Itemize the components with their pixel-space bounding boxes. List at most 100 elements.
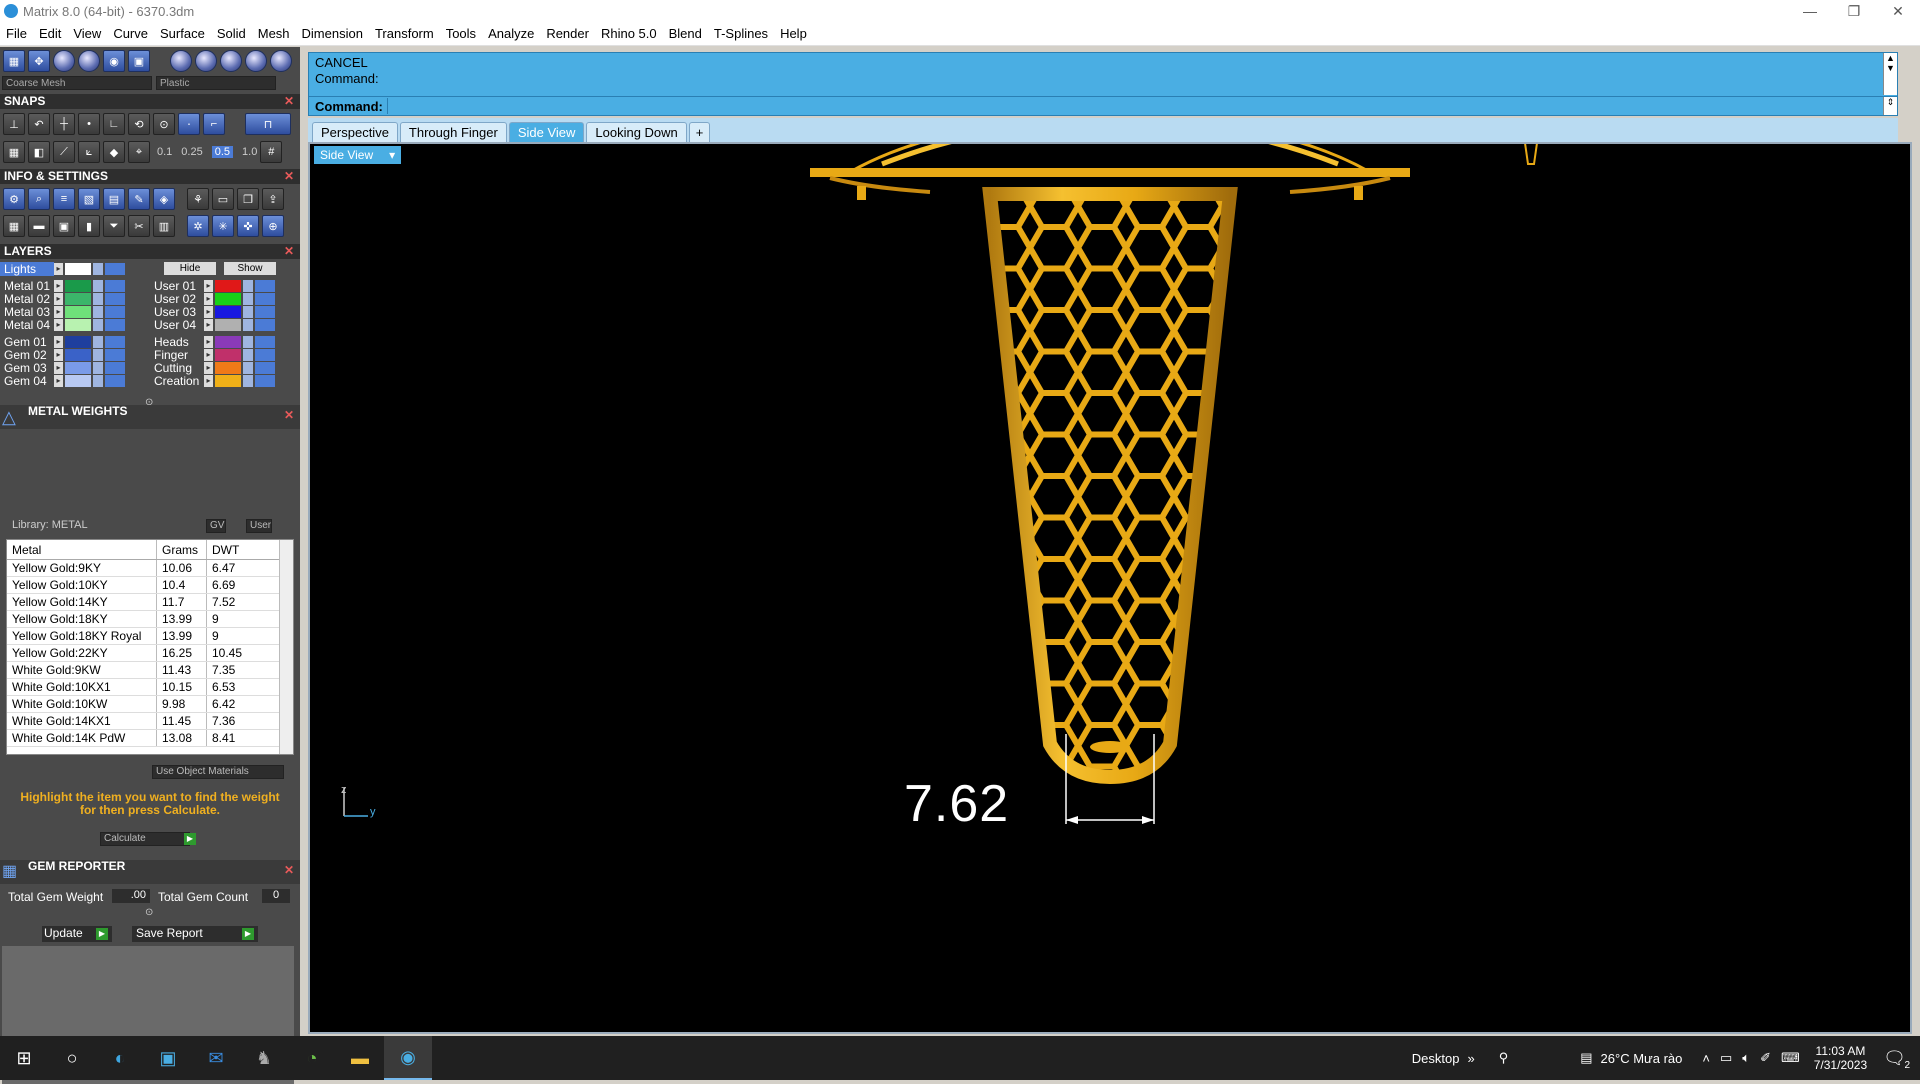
user-button[interactable]: User [246,519,272,533]
pencil-icon[interactable]: ✎ [128,188,150,210]
material-sphere-3-icon[interactable] [220,50,242,72]
layer-color-swatch[interactable] [65,280,91,292]
lock-icon[interactable] [93,280,103,292]
tab-through-finger[interactable]: Through Finger [399,122,507,142]
chevron-down-icon[interactable]: ⊙ [145,907,153,918]
layer-row[interactable]: User 01 ▸ [150,279,275,293]
menu-tsplines[interactable]: T-Splines [708,26,774,41]
edge-browser-icon[interactable]: ◐ [96,1036,144,1080]
mail-icon[interactable]: ✉ [192,1036,240,1080]
desktop-toolbar-label[interactable]: Desktop [1412,1051,1460,1066]
layer-color-swatch[interactable] [215,280,241,292]
layer-color-swatch[interactable] [215,349,241,361]
document-icon[interactable]: ▤ [103,188,125,210]
snap-grid-icon[interactable]: ┼ [53,113,75,135]
layer-row[interactable]: Gem 01 ▸ [0,335,125,349]
chevron-right-icon[interactable]: ▸ [204,293,213,305]
maximize-button[interactable]: ❐ [1832,0,1876,22]
lock-icon[interactable] [93,263,103,275]
layer-row-lights[interactable]: Lights ▸ [0,262,125,276]
rhino-icon[interactable]: ♞ [240,1036,288,1080]
snap-mid-icon[interactable]: ⋅ [178,113,200,135]
menu-help[interactable]: Help [774,26,813,41]
snap-perp-icon[interactable]: ∟ [103,113,125,135]
close-icon[interactable]: ✕ [284,244,294,259]
snap-tan-icon[interactable]: ⟲ [128,113,150,135]
chevron-right-icon[interactable]: ▸ [54,280,63,292]
layer-row[interactable]: User 02 ▸ [150,292,275,306]
menu-rhino[interactable]: Rhino 5.0 [595,26,663,41]
snap-target-icon[interactable]: ⊕ [262,215,284,237]
table-row[interactable]: Yellow Gold:22KY 16.25 10.45 [7,645,293,662]
pen-icon[interactable]: ✐ [1760,1050,1771,1066]
chevron-up-icon[interactable]: ˄ [1702,1051,1710,1066]
planar-icon[interactable]: ⟀ [78,141,100,163]
menu-blend[interactable]: Blend [663,26,708,41]
menu-transform[interactable]: Transform [369,26,440,41]
table-row[interactable]: Yellow Gold:18KY 13.99 9 [7,611,293,628]
grid-icon[interactable]: ▦ [3,215,25,237]
volume-icon[interactable]: 🔈︎ [1742,1050,1750,1066]
table-row[interactable]: Yellow Gold:14KY 11.7 7.52 [7,594,293,611]
layer-row[interactable]: Heads ▸ [150,335,275,349]
layer-row[interactable]: Gem 03 ▸ [0,361,125,375]
close-button[interactable]: ✕ [1876,0,1920,22]
weather-text[interactable]: 26°C Mưa rào [1601,1051,1683,1066]
zoom-icon[interactable]: ⌕ [28,188,50,210]
material-sphere-5-icon[interactable] [270,50,292,72]
layer-row[interactable]: Metal 04 ▸ [0,318,125,332]
layer-row[interactable]: Gem 04 ▸ [0,374,125,388]
visibility-toggle[interactable] [105,349,125,361]
menu-edit[interactable]: Edit [33,26,67,41]
visibility-toggle[interactable] [105,375,125,387]
lock-icon[interactable] [243,293,253,305]
visibility-toggle[interactable] [255,306,275,318]
snap-value-1[interactable]: 0.1 [157,146,172,158]
layer-row[interactable]: User 03 ▸ [150,305,275,319]
close-icon[interactable]: ✕ [284,94,294,109]
ortho-icon[interactable]: ⟋ [53,141,75,163]
layer-row[interactable]: Gem 02 ▸ [0,348,125,362]
layer-color-swatch[interactable] [215,375,241,387]
menu-surface[interactable]: Surface [154,26,211,41]
snap-value-4[interactable]: 1.0 [242,146,257,158]
chevron-right-icon[interactable]: ▸ [204,306,213,318]
lock-icon[interactable] [93,349,103,361]
mesh-quality-select[interactable]: Coarse Mesh [2,76,152,90]
layer-color-swatch[interactable] [65,336,91,348]
lock-icon[interactable] [93,293,103,305]
snap-value-3[interactable]: 0.5 [211,146,234,158]
layer-swatch[interactable] [65,263,91,275]
chevron-right-icon[interactable]: ▸ [54,375,63,387]
menu-mesh[interactable]: Mesh [252,26,296,41]
chevron-right-icon[interactable]: ▸ [204,362,213,374]
layer-row[interactable]: Finger ▸ [150,348,275,362]
material-sphere-4-icon[interactable] [245,50,267,72]
search-icon[interactable]: ○ [48,1036,96,1080]
tab-looking-down[interactable]: Looking Down [586,122,687,142]
minimize-button[interactable]: — [1788,0,1832,22]
tab-side-view[interactable]: Side View [508,122,585,142]
menu-file[interactable]: File [0,26,33,41]
layer-row[interactable]: Creation ▸ [150,374,275,388]
menu-curve[interactable]: Curve [107,26,154,41]
lock-icon[interactable] [243,280,253,292]
tab-perspective[interactable]: Perspective [312,122,398,142]
play-icon[interactable]: ▶ [96,928,108,940]
table-row[interactable]: White Gold:14K PdW 13.08 8.41 [7,730,293,747]
layer-color-swatch[interactable] [215,319,241,331]
material-sphere-1-icon[interactable] [170,50,192,72]
smarttrack-icon[interactable]: ⌖ [128,141,150,163]
lock-icon[interactable] [243,349,253,361]
layer-row[interactable]: Metal 02 ▸ [0,292,125,306]
side-view-viewport[interactable]: Side View ▾ 7.62 z y [308,142,1912,1034]
wireframe-icon[interactable]: ▦ [3,50,25,72]
lock-icon[interactable] [93,319,103,331]
table-row[interactable]: White Gold:10KW 9.98 6.42 [7,696,293,713]
material-select[interactable]: Plastic [156,76,276,90]
menu-solid[interactable]: Solid [211,26,252,41]
keyboard-icon[interactable]: ⌨ [1781,1050,1800,1066]
chevron-right-icon[interactable]: ▸ [54,293,63,305]
cube-icon[interactable]: ▧ [78,188,100,210]
close-icon[interactable]: ✕ [284,864,294,876]
